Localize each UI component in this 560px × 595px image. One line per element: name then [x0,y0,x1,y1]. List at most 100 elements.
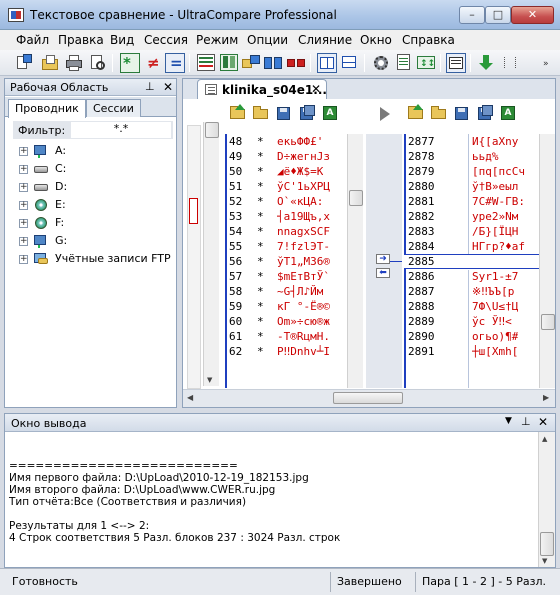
new-compare-icon[interactable] [14,53,34,73]
split-vertical-icon[interactable] [317,53,337,73]
pin-icon[interactable]: ⊥ [521,415,531,428]
merge-icon[interactable] [286,53,306,73]
right-code-pane[interactable]: 2877 И{[aXnу 2878 ььд% 2879 [пq[псСч 2880 ў†… [404,134,540,388]
toolbar-options-icon[interactable] [500,53,520,73]
output-scrollbar[interactable]: ▲ ▼ [538,432,555,567]
scroll-up-icon[interactable]: ▲ [542,435,547,443]
close-button[interactable]: ✕ [511,6,554,24]
gear-icon[interactable] [371,53,391,73]
output-line: Тип отчёта:Все (Соответствия и различия) [9,496,247,508]
sync-icon[interactable] [263,53,283,73]
print-preview-icon[interactable] [88,53,108,73]
tab-sessions[interactable]: Сессии [86,99,141,117]
pin-icon[interactable]: ⊥ [145,80,155,93]
menu-window[interactable]: Окно [360,33,392,47]
table-compare-icon[interactable] [219,53,239,73]
menu-help[interactable]: Справка [402,33,455,47]
expand-icon[interactable]: + [19,237,28,246]
save-as-icon[interactable] [476,105,494,121]
scroll-thumb[interactable] [540,532,554,556]
open-file-icon[interactable] [407,104,425,121]
expand-icon[interactable]: + [19,183,28,192]
show-all-icon[interactable]: * [120,53,140,73]
output-window: Окно вывода ▼ ⊥ ✕ ======================… [4,413,556,568]
left-pane-scrollbar[interactable] [347,134,363,388]
report-icon[interactable] [394,53,414,73]
expand-icon[interactable]: + [19,147,28,156]
scroll-thumb[interactable] [349,190,363,206]
code-line: 2889 ўс Ў‼< [408,315,512,328]
expand-icon[interactable]: + [19,165,28,174]
menu-session[interactable]: Сессия [144,33,188,47]
copy-left-icon[interactable]: ⬅ [376,268,390,278]
menu-options[interactable]: Опции [247,33,288,47]
binary-compare-icon[interactable] [196,53,216,73]
browse-folder-icon[interactable] [252,105,270,121]
expand-icon[interactable]: + [19,255,28,264]
output-line: Результаты для 1 <--> 2: [9,520,150,532]
left-code-pane[interactable]: 48 * екьФФ£' 49 * D÷жегнJз 50 * ◢ё♦Ж$=К 51 * ўС'… [225,134,363,388]
folder-compare-icon[interactable] [241,53,261,73]
scroll-down-icon[interactable]: ▼ [207,376,212,384]
menu-merge[interactable]: Слияние [298,33,352,47]
tab-explorer[interactable]: Проводник [8,99,86,118]
scroll-right-icon[interactable]: ▶ [543,393,549,402]
open-folder-icon[interactable] [40,53,60,73]
right-pane-scrollbar[interactable] [539,134,555,388]
expand-icon[interactable]: + [19,201,28,210]
code-line-selected: 2885 [404,254,540,269]
next-difference-icon[interactable] [477,53,497,73]
network-drive-icon [32,234,50,248]
menu-mode[interactable]: Режим [196,33,238,47]
dropdown-icon[interactable]: ▼ [505,416,512,426]
save-icon[interactable] [275,105,293,121]
left-outer-scrollbar[interactable]: ▼ [203,122,219,386]
swap-files-icon[interactable]: ↕↕ [416,53,436,73]
open-file-icon[interactable] [229,104,247,121]
output-header: Окно вывода ▼ ⊥ ✕ [5,414,555,432]
output-line: ========================== [9,460,238,472]
minimize-button[interactable]: – [459,6,485,24]
diff-map-marker [189,198,198,224]
scroll-down-icon[interactable]: ▼ [542,557,547,565]
workspace-header: Рабочая Область ⊥ ✕ [5,79,176,96]
save-icon[interactable] [453,105,471,121]
left-diff-map[interactable] [187,125,201,389]
expand-icon[interactable]: + [19,219,28,228]
toolbar-overflow-icon[interactable]: » [538,53,558,73]
split-horizontal-icon[interactable] [340,53,360,73]
code-line: 2886 Syr1-±7 [408,270,519,283]
close-icon[interactable]: ✕ [538,415,548,429]
toolbar: * ≠ = ↕↕ » [0,50,560,76]
close-tab-icon[interactable]: ✕ [311,82,321,96]
show-matches-icon[interactable]: = [165,53,185,73]
maximize-button[interactable]: □ [485,6,511,24]
scroll-thumb[interactable] [541,314,555,330]
document-tab[interactable]: klinika_s04e1... ✕ [197,79,327,99]
play-icon[interactable] [380,107,390,121]
scroll-thumb[interactable] [333,392,403,404]
menu-view[interactable]: Вид [110,33,134,47]
copy-right-icon[interactable]: ➜ [376,254,390,264]
code-line: 2887 ※‼ЪЪ[р [408,285,515,298]
toolbar-separator [364,54,365,72]
menu-edit[interactable]: Правка [58,33,104,47]
print-icon[interactable] [64,53,84,73]
code-line: 2878 ььд% [408,150,499,163]
scroll-left-icon[interactable]: ◀ [187,393,193,402]
scroll-thumb[interactable] [205,122,219,138]
horizontal-scrollbar[interactable]: ◀ ▶ [183,389,555,407]
window-title: Текстовое сравнение - UltraCompare Profe… [30,8,337,22]
save-as-icon[interactable] [298,105,316,121]
edit-file-icon[interactable]: A [321,105,339,121]
menu-bar: Файл Правка Вид Сессия Режим Опции Слиян… [0,30,560,50]
close-icon[interactable]: ✕ [163,80,173,94]
show-differences-icon[interactable]: ≠ [143,53,163,73]
menu-file[interactable]: Файл [16,33,49,47]
edit-file-icon[interactable]: A [499,105,517,121]
line-numbers-icon[interactable] [446,53,466,73]
status-done: Завершено [337,575,402,588]
filter-input[interactable]: *.* [71,122,171,138]
code-line: 2880 ў†В»еыл [408,180,519,193]
browse-folder-icon[interactable] [430,105,448,121]
